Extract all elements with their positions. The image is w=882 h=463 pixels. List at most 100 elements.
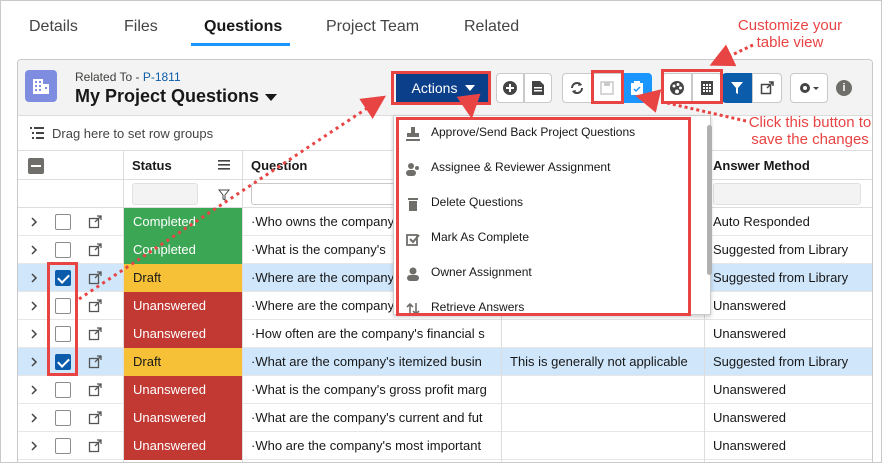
tab-project-team[interactable]: Project Team [326,18,419,36]
add-button[interactable] [496,73,524,103]
palette-icon [670,81,684,95]
card-title-text: My Project Questions [75,86,260,106]
chevron-right-icon[interactable] [30,217,38,227]
external-link-icon[interactable] [88,271,102,285]
tab-related[interactable]: Related [464,18,519,36]
external-link-icon[interactable] [88,327,102,341]
document-button[interactable] [524,73,552,103]
answer-cell[interactable] [502,404,704,432]
select-all-checkbox[interactable] [28,158,44,174]
row-checkbox[interactable] [55,410,71,426]
user-icon [406,267,420,281]
answer-method-cell[interactable]: Unanswered [705,404,872,432]
annotation-customize: Customize your table view [737,17,843,51]
external-link-icon[interactable] [88,383,102,397]
answer-cell[interactable] [502,432,704,460]
row-checkbox[interactable] [55,214,71,230]
status-cell[interactable]: Completed [124,208,242,236]
answer-method-cell[interactable]: Unanswered [705,376,872,404]
answer-cell[interactable]: This is generally not applicable [502,348,704,376]
document-icon [532,81,544,95]
open-new-window-button[interactable] [752,73,782,103]
external-link-icon[interactable] [88,355,102,369]
chevron-right-icon[interactable] [30,441,38,451]
question-cell[interactable]: ·What is the company's gross profit marg [243,376,501,404]
status-filter-input[interactable] [132,183,198,205]
answer-method-cell[interactable]: Auto Responded [705,208,872,236]
tab-questions[interactable]: Questions [204,18,282,36]
filter-button[interactable] [722,73,752,103]
answer-method-cell[interactable]: Suggested from Library [705,348,872,376]
chevron-right-icon[interactable] [30,245,38,255]
card-title[interactable]: My Project Questions [75,86,278,107]
chevron-right-icon[interactable] [30,301,38,311]
external-link-icon[interactable] [88,439,102,453]
status-cell[interactable]: Unanswered [124,404,242,432]
status-cell[interactable]: Unanswered [124,292,242,320]
row-checkbox[interactable] [55,270,71,286]
chevron-right-icon[interactable] [30,385,38,395]
save-button[interactable] [592,73,622,103]
dropdown-scrollbar[interactable] [707,125,712,275]
settings-menu-button[interactable] [790,73,828,103]
row-checkbox[interactable] [55,242,71,258]
external-link-icon[interactable] [88,215,102,229]
question-cell[interactable]: ·What are the company's current and fut [243,404,501,432]
related-to-label: Related To - [75,70,143,84]
column-header-answer-method[interactable]: Answer Method [713,158,810,173]
filter-icon [731,82,743,94]
external-link-icon[interactable] [88,243,102,257]
status-cell[interactable]: Draft [124,264,242,292]
chevron-right-icon[interactable] [30,329,38,339]
external-link-icon[interactable] [88,411,102,425]
answer-method-cell[interactable]: Suggested from Library [705,264,872,292]
menu-item-owner-assignment[interactable]: Owner Assignment [394,257,712,292]
table-row[interactable]: Unanswered ·Who are the company's most im… [18,432,872,460]
status-cell[interactable]: Unanswered [124,320,242,348]
answer-cell[interactable] [502,376,704,404]
table-layout-button[interactable] [692,73,722,103]
palette-button[interactable] [662,73,692,103]
clipboard-button[interactable] [622,73,652,103]
question-cell[interactable]: ·Who are the company's most important [243,432,501,460]
building-icon [25,70,57,102]
row-checkbox[interactable] [55,438,71,454]
status-cell[interactable]: Completed [124,236,242,264]
menu-item-approve-send-back-project-questions[interactable]: Approve/Send Back Project Questions [394,117,712,152]
filter-icon[interactable] [218,189,230,201]
column-header-question[interactable]: Question [251,158,307,173]
row-checkbox[interactable] [55,354,71,370]
row-checkbox[interactable] [55,298,71,314]
answer-method-cell[interactable]: Unanswered [705,292,872,320]
column-header-status[interactable]: Status [132,158,172,173]
tab-files[interactable]: Files [124,18,158,36]
table-row[interactable]: Draft ·What are the company's itemized bu… [18,348,872,376]
table-row[interactable]: Unanswered ·What are the company's curren… [18,404,872,432]
chevron-right-icon[interactable] [30,357,38,367]
answer-method-filter-input[interactable] [713,183,861,205]
column-menu-icon[interactable] [218,160,230,170]
menu-item-mark-as-complete[interactable]: Mark As Complete [394,222,712,257]
menu-item-assignee-reviewer-assignment[interactable]: Assignee & Reviewer Assignment [394,152,712,187]
status-cell[interactable]: Unanswered [124,376,242,404]
external-link-icon[interactable] [88,299,102,313]
row-checkbox[interactable] [55,326,71,342]
annotation-save: Click this button to save the changes [748,114,872,148]
menu-item-retrieve-answers[interactable]: Retrieve Answers [394,292,712,327]
answer-method-cell[interactable]: Suggested from Library [705,236,872,264]
answer-method-cell[interactable]: Unanswered [705,432,872,460]
question-cell[interactable]: ·What are the company's itemized busin [243,348,501,376]
tab-details[interactable]: Details [29,18,78,36]
row-checkbox[interactable] [55,382,71,398]
menu-item-delete-questions[interactable]: Delete Questions [394,187,712,222]
related-to-link[interactable]: P-1811 [143,70,181,84]
answer-method-cell[interactable]: Unanswered [705,320,872,348]
chevron-right-icon[interactable] [30,273,38,283]
info-icon[interactable]: i [836,80,852,96]
actions-button[interactable]: Actions [396,73,491,103]
refresh-button[interactable] [562,73,592,103]
table-row[interactable]: Unanswered ·What is the company's gross p… [18,376,872,404]
chevron-right-icon[interactable] [30,413,38,423]
status-cell[interactable]: Draft [124,348,242,376]
status-cell[interactable]: Unanswered [124,432,242,460]
